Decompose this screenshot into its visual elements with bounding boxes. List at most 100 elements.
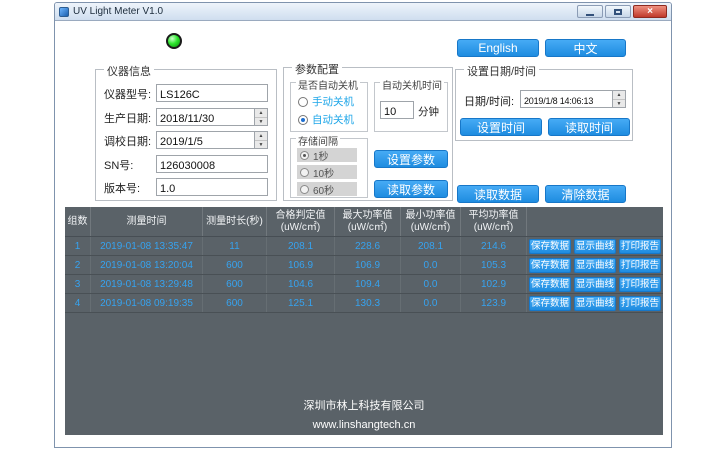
radio-manual-shutdown[interactable]: 手动关机 (298, 94, 354, 109)
print-report-button[interactable]: 打印报告 (619, 296, 661, 311)
spinner-down-icon[interactable]: ▼ (613, 100, 625, 108)
cell-time: 2019-01-08 13:35:47 (91, 237, 203, 255)
spinner-down-icon[interactable]: ▼ (255, 118, 267, 126)
cell-group: 2 (65, 256, 91, 274)
model-field[interactable] (157, 87, 267, 103)
cell-max: 228.6 (335, 237, 401, 255)
radio-interval-10s[interactable]: 10秒 (297, 165, 357, 179)
title-bar[interactable]: UV Light Meter V1.0 × (55, 3, 671, 21)
header-cell-max: 最大功率值(uW/c㎡) (335, 207, 401, 236)
spinner-up-icon[interactable]: ▲ (255, 109, 267, 118)
field-row: 仪器型号: (96, 84, 276, 102)
calibration-date-field-wrap: ▲▼ (156, 131, 268, 149)
datetime-group: 设置日期/时间 日期/时间: ▲▼ 设置时间 读取时间 (455, 69, 633, 141)
table-row[interactable]: 3 2019-01-08 13:29:48 600 104.6 109.4 0.… (65, 275, 663, 294)
sn-field-wrap (156, 155, 268, 173)
radio-icon (300, 185, 309, 194)
read-data-button[interactable]: 读取数据 (457, 185, 539, 203)
cell-avg: 105.3 (461, 256, 527, 274)
print-report-button[interactable]: 打印报告 (619, 239, 661, 254)
maximize-button[interactable] (605, 5, 631, 18)
datetime-label: 日期/时间: (464, 93, 514, 109)
shutdown-time-group: 自动关机时间 分钟 (374, 82, 448, 132)
show-curve-button[interactable]: 显示曲线 (574, 296, 616, 311)
cell-duration: 600 (203, 294, 267, 312)
footer-website: www.linshangtech.cn (65, 419, 663, 431)
spinner[interactable]: ▲▼ (612, 91, 625, 107)
device-info-group: 仪器信息 仪器型号: 生产日期: ▲▼ 调校日期: ▲▼ (95, 69, 277, 201)
cell-min: 0.0 (401, 294, 461, 312)
table-row[interactable]: 2 2019-01-08 13:20:04 600 106.9 106.9 0.… (65, 256, 663, 275)
interval-title: 存储间隔 (296, 133, 340, 148)
field-label: 版本号: (104, 180, 140, 196)
print-report-button[interactable]: 打印报告 (619, 277, 661, 292)
cell-group: 3 (65, 275, 91, 293)
cell-time: 2019-01-08 13:29:48 (91, 275, 203, 293)
params-group: 参数配置 是否自动关机 手动关机 自动关机 自动关机时间 分钟 (283, 67, 453, 201)
version-field-wrap (156, 178, 268, 196)
spinner-down-icon[interactable]: ▼ (255, 141, 267, 149)
show-curve-button[interactable]: 显示曲线 (574, 258, 616, 273)
shutdown-mode-group: 是否自动关机 手动关机 自动关机 (290, 82, 368, 132)
cell-actions: 保存数据 显示曲线 打印报告 (527, 256, 663, 274)
production-date-field[interactable] (157, 111, 267, 127)
field-label: SN号: (104, 157, 133, 173)
show-curve-button[interactable]: 显示曲线 (574, 239, 616, 254)
save-data-button[interactable]: 保存数据 (529, 239, 571, 254)
save-data-button[interactable]: 保存数据 (529, 277, 571, 292)
header-cell-min: 最小功率值(uW/c㎡) (401, 207, 461, 236)
cell-avg: 123.9 (461, 294, 527, 312)
radio-label: 自动关机 (312, 112, 354, 127)
read-params-button[interactable]: 读取参数 (374, 180, 448, 198)
radio-icon (300, 151, 309, 160)
radio-interval-1s[interactable]: 1秒 (297, 148, 357, 162)
header-cell-avg: 平均功率值(uW/c㎡) (461, 207, 527, 236)
clear-data-button[interactable]: 清除数据 (545, 185, 626, 203)
minimize-button[interactable] (577, 5, 603, 18)
calibration-date-field[interactable] (157, 134, 267, 150)
interval-group: 存储间隔 1秒 10秒 60秒 (290, 138, 368, 198)
close-button[interactable]: × (633, 5, 667, 18)
shutdown-time-input[interactable] (381, 104, 413, 120)
cell-max: 109.4 (335, 275, 401, 293)
radio-interval-60s[interactable]: 60秒 (297, 182, 357, 196)
datetime-input[interactable] (521, 93, 625, 109)
cell-actions: 保存数据 显示曲线 打印报告 (527, 237, 663, 255)
save-data-button[interactable]: 保存数据 (529, 258, 571, 273)
table-row[interactable]: 4 2019-01-08 09:19:35 600 125.1 130.3 0.… (65, 294, 663, 313)
screen: UV Light Meter V1.0 × English 中文 仪器信息 仪器… (0, 0, 726, 450)
datetime-field-wrap: ▲▼ (520, 90, 626, 108)
field-row: 生产日期: ▲▼ (96, 108, 276, 126)
english-button[interactable]: English (457, 39, 539, 57)
sn-field[interactable] (157, 158, 267, 174)
print-report-button[interactable]: 打印报告 (619, 258, 661, 273)
radio-icon (300, 168, 309, 177)
spinner-up-icon[interactable]: ▲ (255, 132, 267, 141)
save-data-button[interactable]: 保存数据 (529, 296, 571, 311)
header-cell-duration: 测量时长(秒) (203, 207, 267, 236)
spinner[interactable]: ▲▼ (254, 132, 267, 148)
cell-time: 2019-01-08 09:19:35 (91, 294, 203, 312)
window-title: UV Light Meter V1.0 (73, 6, 577, 17)
datetime-title: 设置日期/时间 (464, 63, 539, 79)
read-time-button[interactable]: 读取时间 (548, 118, 630, 136)
version-field[interactable] (157, 181, 267, 197)
radio-auto-shutdown[interactable]: 自动关机 (298, 112, 354, 127)
chinese-button[interactable]: 中文 (545, 39, 626, 57)
cell-avg: 102.9 (461, 275, 527, 293)
header-cell-time: 测量时间 (91, 207, 203, 236)
cell-avg: 214.6 (461, 237, 527, 255)
radio-icon (298, 115, 308, 125)
header-cell-threshold: 合格判定值(uW/c㎡) (267, 207, 335, 236)
set-params-button[interactable]: 设置参数 (374, 150, 448, 168)
show-curve-button[interactable]: 显示曲线 (574, 277, 616, 292)
data-table-panel: 组数 测量时间 测量时长(秒) 合格判定值(uW/c㎡) 最大功率值(uW/c㎡… (65, 207, 663, 435)
set-time-button[interactable]: 设置时间 (460, 118, 542, 136)
table-row[interactable]: 1 2019-01-08 13:35:47 11 208.1 228.6 208… (65, 237, 663, 256)
spinner-up-icon[interactable]: ▲ (613, 91, 625, 100)
spinner[interactable]: ▲▼ (254, 109, 267, 125)
app-icon (59, 7, 69, 17)
table-header: 组数 测量时间 测量时长(秒) 合格判定值(uW/c㎡) 最大功率值(uW/c㎡… (65, 207, 663, 237)
footer-company: 深圳市林上科技有限公司 (65, 397, 663, 413)
cell-actions: 保存数据 显示曲线 打印报告 (527, 275, 663, 293)
